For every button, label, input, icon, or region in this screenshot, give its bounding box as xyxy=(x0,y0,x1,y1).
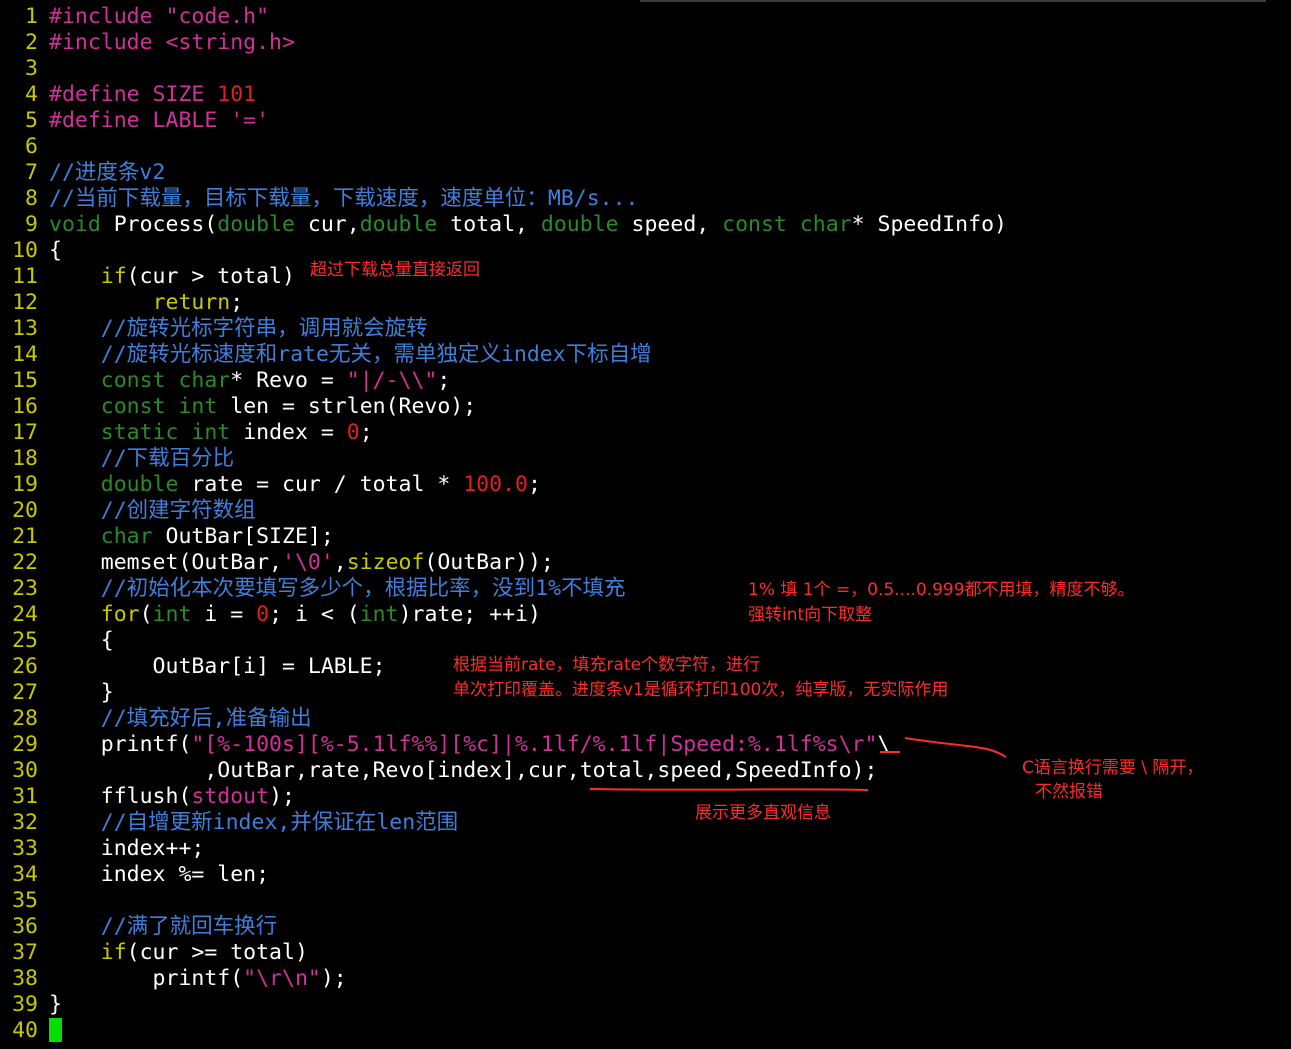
annotation-marks xyxy=(589,737,1007,791)
squiggle-to-note xyxy=(904,737,1007,758)
underline-extra-args xyxy=(589,788,869,791)
